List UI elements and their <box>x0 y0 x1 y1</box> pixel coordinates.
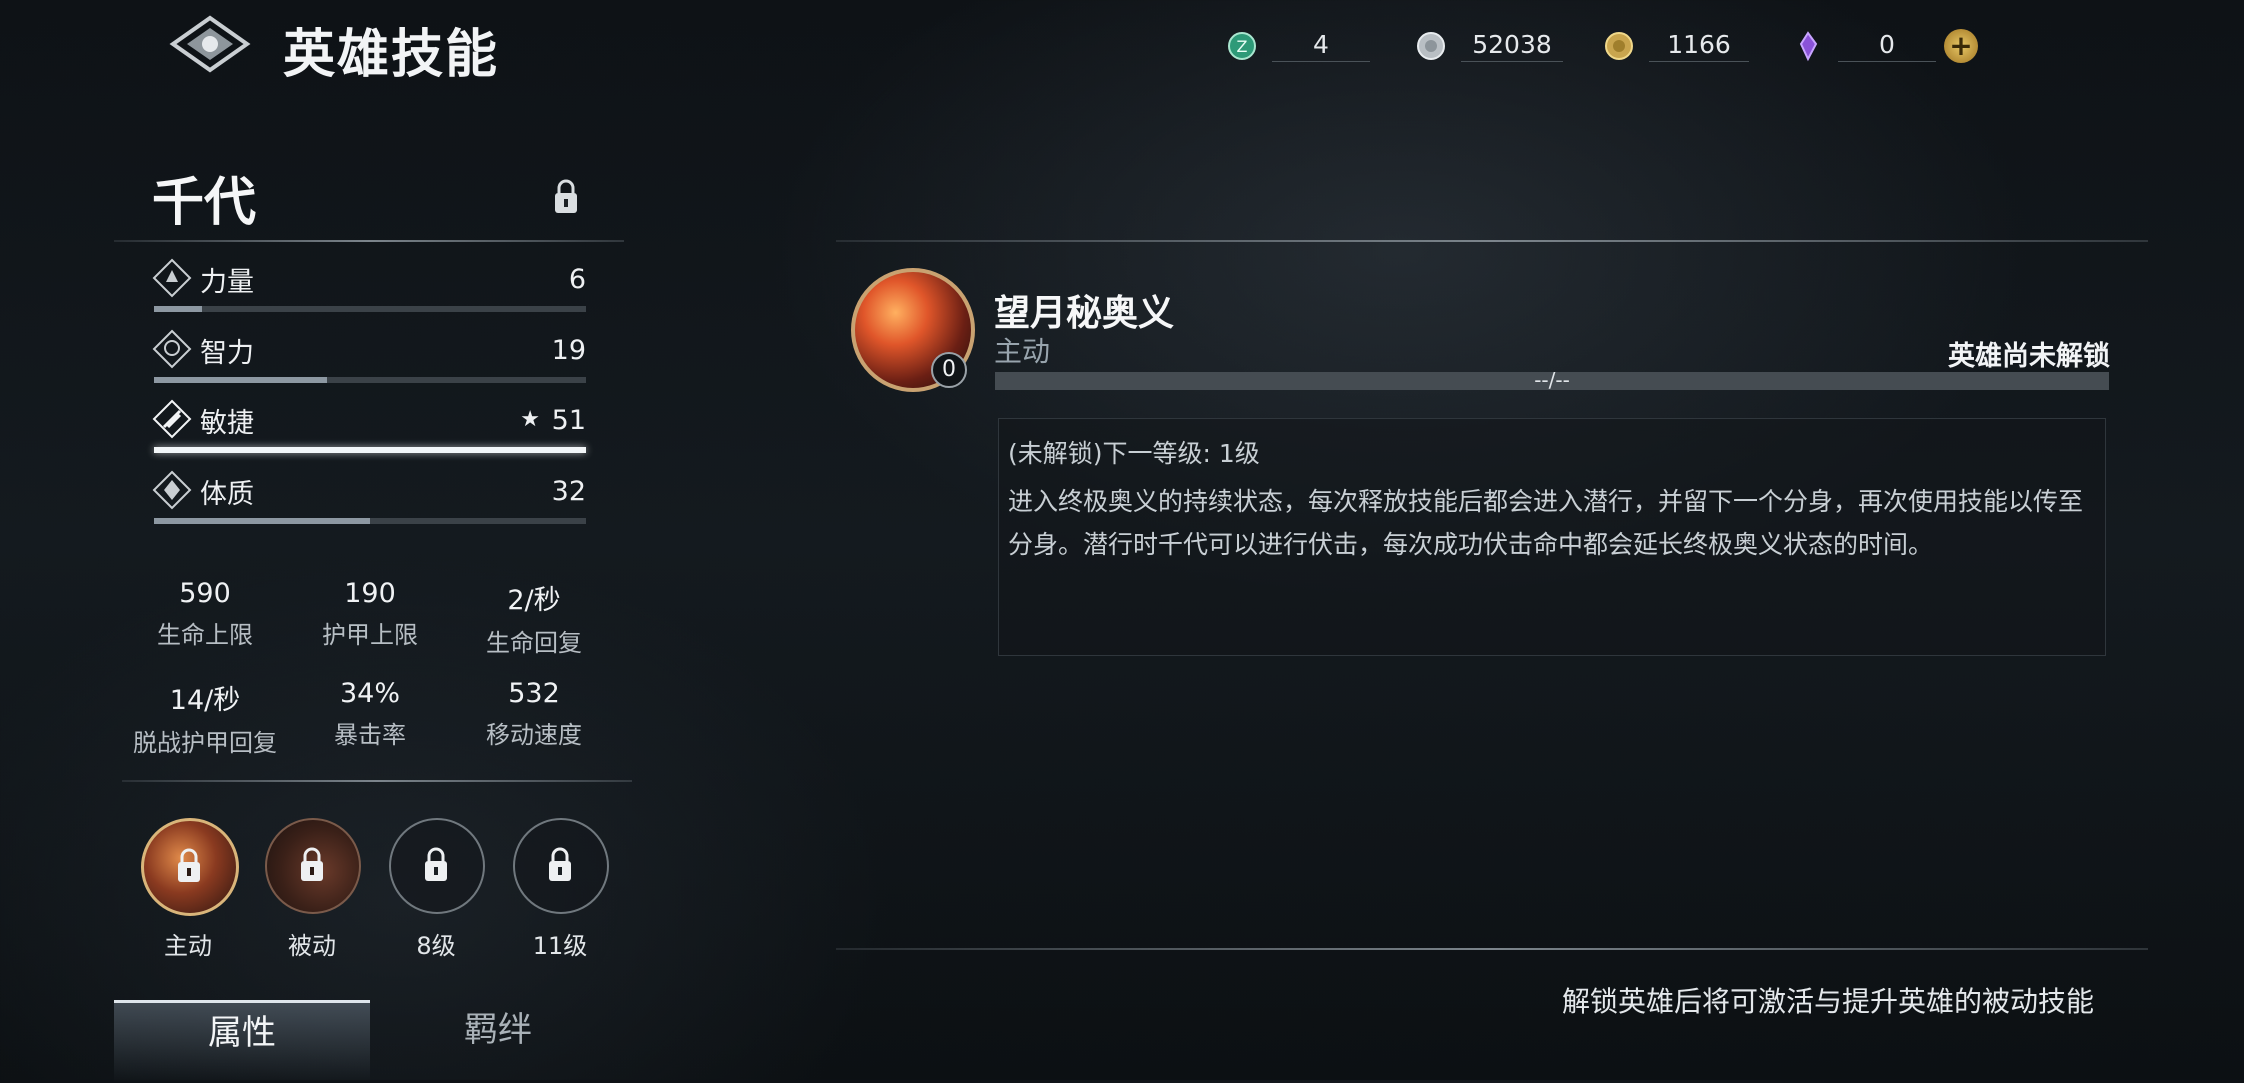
attr-value: 532 <box>508 678 560 709</box>
star-icon: ★ <box>520 407 540 432</box>
stat-label: 智力 <box>200 338 254 369</box>
gold-coin-icon <box>1605 32 1633 60</box>
attr-max-armor: 190 护甲上限 <box>280 578 460 650</box>
attr-move-speed: 532 移动速度 <box>444 678 624 750</box>
attr-value: 590 <box>179 578 231 609</box>
stat-value: 19 <box>551 335 586 366</box>
attr-value: 14/秒 <box>169 685 241 716</box>
divider <box>122 780 632 782</box>
skill-slot-label: 8级 <box>416 932 456 960</box>
attr-label: 暴击率 <box>334 721 406 749</box>
stat-bar-fill <box>154 447 586 453</box>
stat-label: 力量 <box>200 267 254 298</box>
attr-label: 生命回复 <box>486 629 582 657</box>
attr-label: 脱战护甲回复 <box>133 729 277 757</box>
hero-emblem-icon <box>169 15 251 73</box>
skill-slot-level-8[interactable] <box>389 818 485 914</box>
attr-label: 护甲上限 <box>322 621 418 649</box>
stat-intelligence: 智力 19 <box>152 327 586 395</box>
attr-label: 移动速度 <box>486 721 582 749</box>
tab-attributes[interactable]: 属性 <box>114 1000 370 1083</box>
attr-label: 生命上限 <box>157 621 253 649</box>
stat-agility: 敏捷 ★ 51 <box>152 397 586 465</box>
lock-icon <box>549 847 571 881</box>
stat-bar <box>154 377 586 383</box>
next-level-text: (未解锁)下一等级: 1级 <box>1008 439 1260 468</box>
currency-silver-coin: 52038 <box>1415 26 1563 66</box>
stat-value: 6 <box>568 264 586 295</box>
currency-green-token: Z 4 <box>1226 26 1370 66</box>
lock-icon <box>555 179 577 213</box>
skill-description: 进入终极奥义的持续状态，每次释放技能后都会进入潜行，并留下一个分身，再次使用技能… <box>1008 487 2084 559</box>
divider <box>836 240 2148 242</box>
divider <box>114 240 624 242</box>
agility-icon <box>152 399 192 439</box>
silver-coin-icon <box>1417 32 1445 60</box>
lock-icon <box>301 847 323 881</box>
stat-value: 32 <box>551 476 586 507</box>
attr-hp-regen: 2/秒 生命回复 <box>444 578 624 658</box>
attr-value: 34% <box>339 678 400 709</box>
skill-slot-label: 11级 <box>532 932 588 960</box>
attr-value: 190 <box>344 578 396 609</box>
skill-slot-active[interactable] <box>141 818 239 916</box>
attr-max-hp: 590 生命上限 <box>115 578 295 650</box>
stat-bar-fill <box>154 518 370 524</box>
add-currency-button[interactable]: + <box>1944 29 1978 63</box>
lock-icon <box>425 847 447 881</box>
divider <box>836 948 2148 950</box>
currency-value: 4 <box>1272 30 1370 62</box>
skill-slot-level-11[interactable] <box>513 818 609 914</box>
currency-value: 0 <box>1838 30 1936 62</box>
skill-level-badge: 0 <box>931 352 967 388</box>
stat-label: 敏捷 <box>200 408 254 439</box>
skill-progress-text: --/-- <box>1534 368 1570 392</box>
skill-slot-passive[interactable] <box>265 818 361 914</box>
currency-value: 52038 <box>1461 30 1563 62</box>
stat-bar <box>154 518 586 524</box>
tab-bonds[interactable]: 羁绊 <box>370 1000 626 1080</box>
attr-value: 2/秒 <box>507 585 561 616</box>
stat-label: 体质 <box>200 479 254 510</box>
skill-slot-label: 主动 <box>164 932 212 960</box>
lock-icon <box>178 848 200 882</box>
skill-name: 望月秘奥义 <box>994 293 1175 334</box>
stat-bar-fill <box>154 377 327 383</box>
skill-type: 主动 <box>994 335 1051 368</box>
page-title: 英雄技能 <box>283 25 500 85</box>
constitution-icon <box>152 470 192 510</box>
currency-purple-crystal: 0 <box>1792 26 1936 66</box>
skill-slot-label: 被动 <box>288 932 336 960</box>
stat-bar <box>154 447 586 453</box>
stat-bar <box>154 306 586 312</box>
currency-gold-coin: 1166 <box>1603 26 1749 66</box>
green-token-icon: Z <box>1228 32 1256 60</box>
intelligence-icon <box>152 329 192 369</box>
attr-armor-regen: 14/秒 脱战护甲回复 <box>115 678 295 758</box>
strength-icon <box>152 258 192 298</box>
currency-value: 1166 <box>1649 30 1749 62</box>
footer-note: 解锁英雄后将可激活与提升英雄的被动技能 <box>1561 985 2094 1018</box>
stat-bar-fill <box>154 306 202 312</box>
hero-name: 千代 <box>152 173 257 233</box>
stat-value: 51 <box>551 405 586 436</box>
svg-text:Z: Z <box>1237 37 1248 56</box>
stat-strength: 力量 6 <box>152 256 586 324</box>
purple-crystal-icon <box>1799 31 1818 62</box>
attr-crit-rate: 34% 暴击率 <box>280 678 460 750</box>
stat-constitution: 体质 32 <box>152 468 586 536</box>
